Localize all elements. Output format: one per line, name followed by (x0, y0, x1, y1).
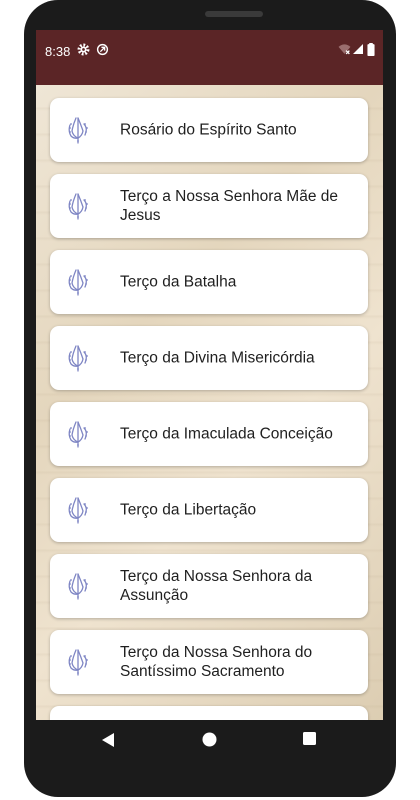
navigation-bar (36, 720, 383, 765)
praying-hands-rosary-icon (68, 573, 88, 600)
gear-icon (77, 43, 90, 56)
wifi-icon (338, 44, 351, 55)
back-icon[interactable] (101, 732, 115, 748)
list-item-label: Terço da Divina Misericórdia (120, 349, 315, 367)
list-item[interactable]: Terço da Libertação (50, 478, 368, 542)
list-item-label: Terço da Nossa Senhora da Assunção (120, 568, 313, 604)
battery-icon (367, 43, 375, 56)
list-item-label: Terço da Imaculada Conceição (120, 425, 333, 443)
list-item[interactable]: Terço da Imaculada Conceição (50, 402, 368, 466)
list-item-label: Terço da Libertação (120, 501, 257, 519)
rosary-list: Rosário do Espírito Santo Terço a Nossa … (36, 85, 383, 720)
recents-icon[interactable] (303, 732, 316, 745)
list-item-partial[interactable] (50, 706, 368, 720)
list-item[interactable]: Terço da Batalha (50, 250, 368, 314)
list-item-label: Terço a Nossa Senhora Mãe de Jesus (120, 188, 338, 224)
list-item-label: Terço da Batalha (120, 273, 237, 291)
list-item[interactable]: Terço da Nossa Senhora da Assunção (50, 554, 368, 618)
home-icon[interactable] (202, 732, 217, 747)
list-item[interactable]: Rosário do Espírito Santo (50, 98, 368, 162)
sync-icon (96, 43, 109, 56)
praying-hands-rosary-icon (68, 497, 88, 524)
praying-hands-rosary-icon (68, 649, 88, 676)
praying-hands-rosary-icon (68, 421, 88, 448)
list-item-label: Rosário do Espírito Santo (120, 121, 297, 139)
list-item[interactable]: Terço a Nossa Senhora Mãe de Jesus (50, 174, 368, 238)
status-bar: 8:38 (36, 30, 383, 85)
list-item-label: Terço da Nossa Senhora do Santíssimo Sac… (120, 644, 313, 680)
praying-hands-rosary-icon (68, 345, 88, 372)
praying-hands-rosary-icon (68, 193, 88, 220)
signal-icon (353, 44, 363, 54)
status-time: 8:38 (45, 44, 71, 59)
list-item[interactable]: Terço da Nossa Senhora do Santíssimo Sac… (50, 630, 368, 694)
praying-hands-rosary-icon (68, 269, 88, 296)
screen: 8:38 Rosário do Espírito Santo Terço a N… (36, 30, 383, 720)
praying-hands-rosary-icon (68, 117, 88, 144)
phone-speaker (205, 11, 263, 17)
list-item[interactable]: Terço da Divina Misericórdia (50, 326, 368, 390)
